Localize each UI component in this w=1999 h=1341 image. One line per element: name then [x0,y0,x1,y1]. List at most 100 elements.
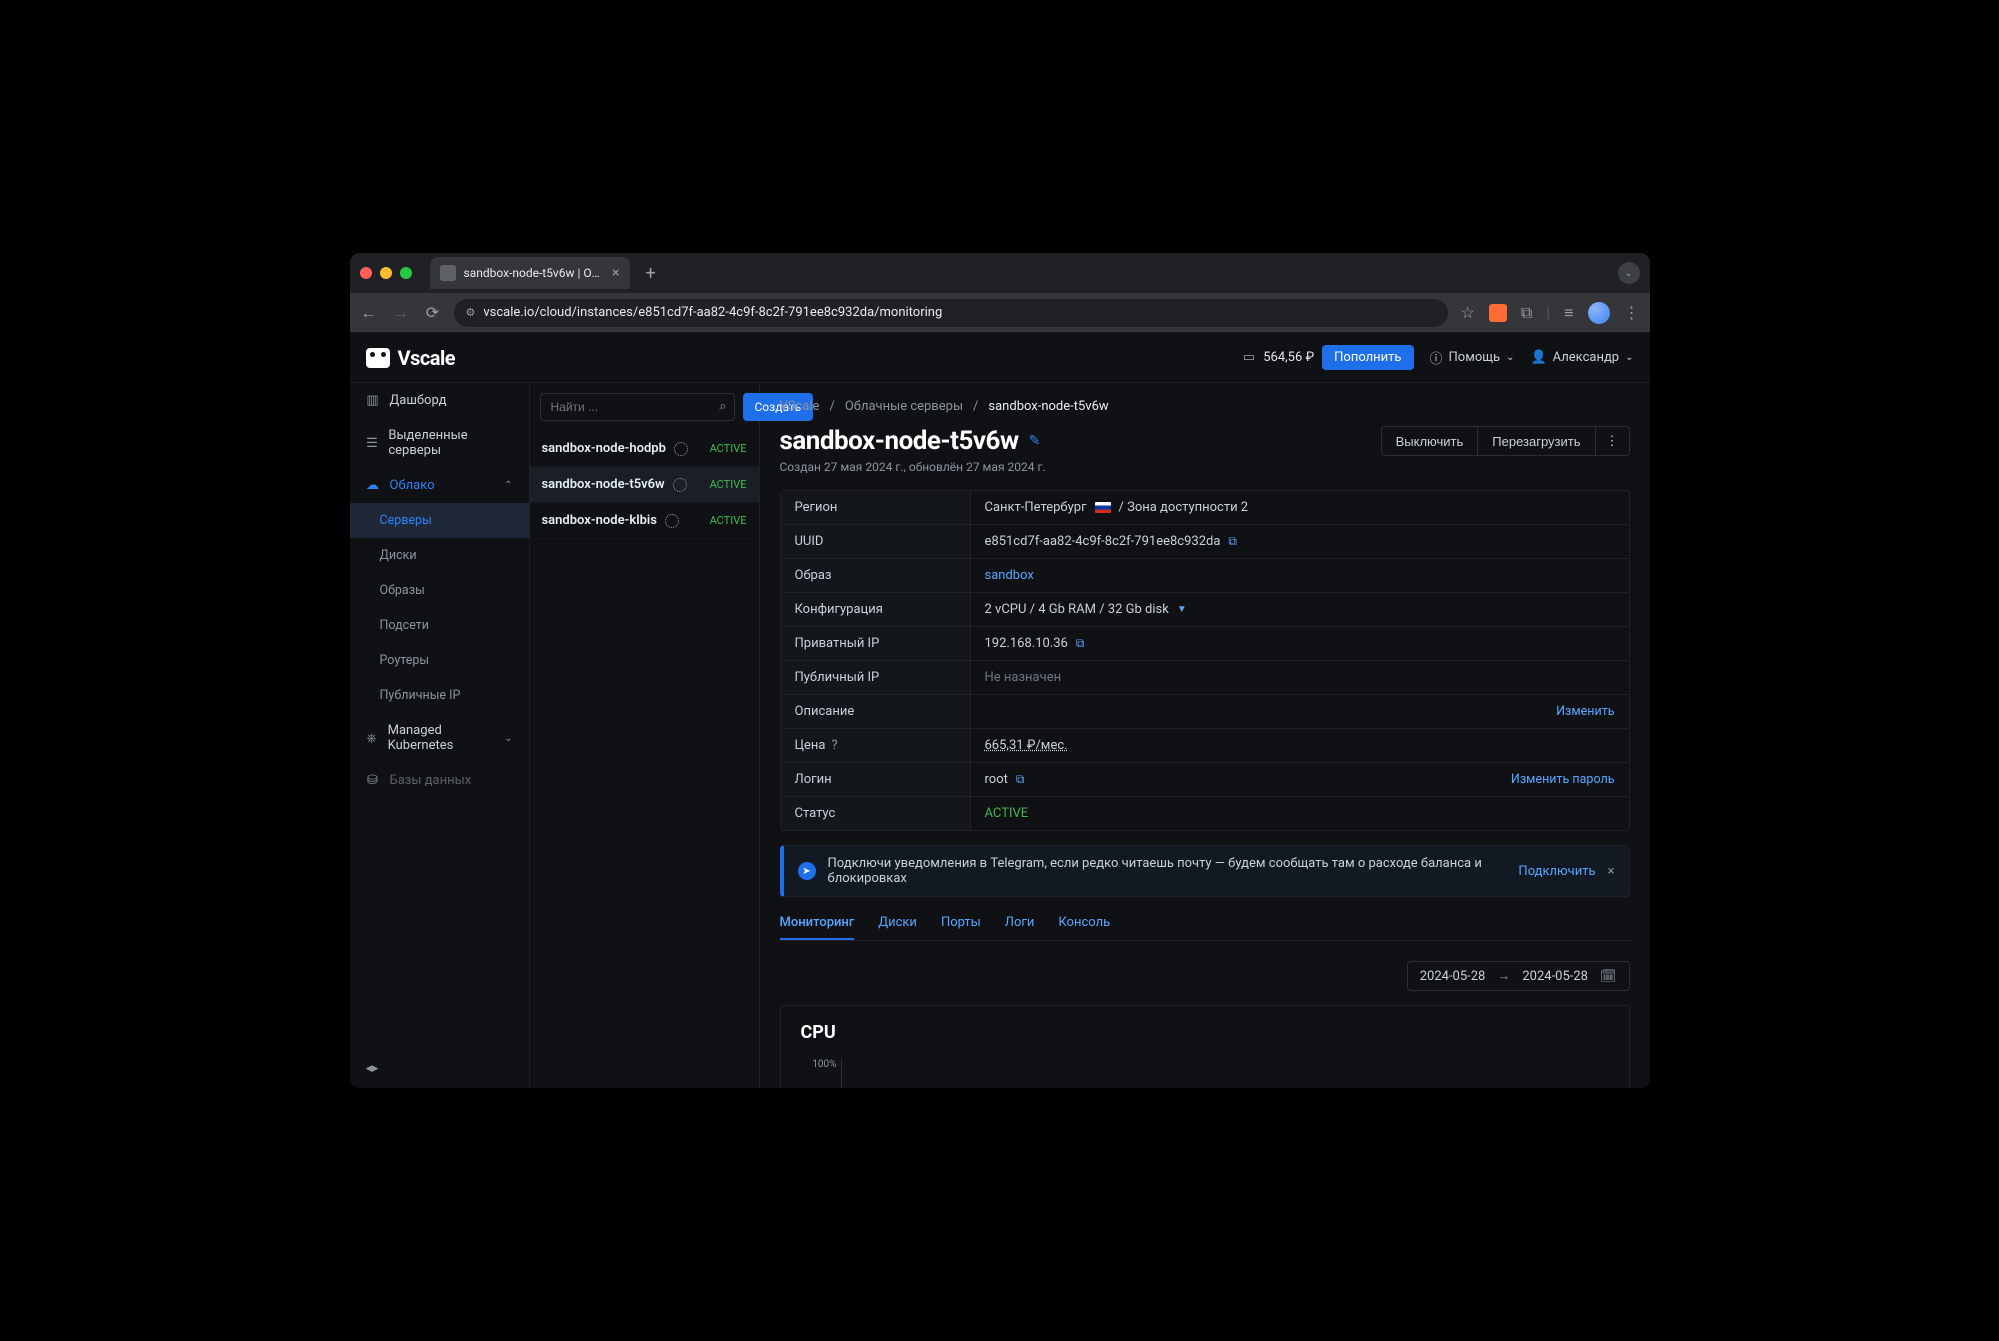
user-label: Александр [1553,350,1619,365]
nav-label: Managed Kubernetes [388,723,495,753]
nav-cloud-public-ip[interactable]: Публичные IP [350,678,529,713]
status-badge: ACTIVE [710,514,747,527]
details-value: ACTIVE [971,797,1629,830]
extension-icon[interactable] [1489,304,1507,322]
change-password-link[interactable]: Изменить пароль [1511,772,1615,787]
server-list-item[interactable]: sandbox-node-klbis ACTIVE [530,503,759,539]
more-actions-button[interactable]: ⋮ [1595,426,1630,456]
nav-k8s[interactable]: ⎈ Managed Kubernetes ⌄ [350,713,529,763]
browser-tab-bar: sandbox-node-t5v6w | Обла × + ⌄ [350,253,1650,293]
nav-cloud-subnets[interactable]: Подсети [350,608,529,643]
browser-window: sandbox-node-t5v6w | Обла × + ⌄ ← → ⟳ ⚙ … [350,253,1650,1088]
details-value[interactable]: 2 vCPU / 4 Gb RAM / 32 Gb disk ▼ [971,593,1629,626]
window-close[interactable] [360,267,372,279]
reading-list-icon[interactable]: ≡ [1564,303,1573,323]
breadcrumb-section[interactable]: Облачные серверы [845,399,963,414]
server-list-item[interactable]: sandbox-node-t5v6w ACTIVE [530,467,759,503]
nav-cloud-servers[interactable]: Серверы [350,503,529,538]
tab-title: sandbox-node-t5v6w | Обла [464,266,605,280]
nav-dashboard[interactable]: ▥ Дашборд [350,383,529,418]
tabs-dropdown[interactable]: ⌄ [1618,262,1640,284]
date-range-picker[interactable]: 2024-05-28 → 2024-05-28 🗓 [1407,961,1630,991]
nav-databases: ⛁ Базы данных [350,763,529,798]
details-value: Санкт-Петербург / Зона доступности 2 [971,491,1629,524]
sidebar-collapse[interactable]: ◂▸ [350,1049,529,1088]
copy-icon[interactable]: ⧉ [1228,534,1237,549]
power-off-button[interactable]: Выключить [1381,426,1478,456]
browser-menu-icon[interactable]: ⋮ [1624,303,1640,322]
user-menu[interactable]: 👤 Александр ⌄ [1530,350,1633,365]
nav-cloud-disks[interactable]: Диски [350,538,529,573]
details-label: Конфигурация [781,593,971,626]
server-name: sandbox-node-t5v6w [542,477,665,492]
tab-ports[interactable]: Порты [941,907,981,940]
status-badge: ACTIVE [710,442,747,455]
tab-close-icon[interactable]: × [612,265,619,281]
nav-cloud-images[interactable]: Образы [350,573,529,608]
details-value[interactable]: sandbox [971,559,1629,592]
help-label: Помощь [1449,350,1501,365]
extensions-icon[interactable]: ⧉ [1521,303,1532,323]
nav-label: Публичные IP [380,688,461,703]
telegram-icon: ➤ [798,862,816,880]
details-value: 192.168.10.36 ⧉ [971,627,1629,660]
help-icon: ⓘ [1430,348,1443,367]
window-minimize[interactable] [380,267,392,279]
back-button[interactable]: ← [360,303,378,323]
nav-cloud[interactable]: ☁ Облако ⌃ [350,468,529,503]
flag-ru-icon [1095,502,1111,513]
separator: | [1546,303,1550,322]
chevron-down-icon: ⌄ [1625,352,1633,363]
nav-label: Серверы [380,513,432,528]
edit-description-link[interactable]: Изменить [1556,704,1614,719]
details-value: 665,31 ₽/мес. [971,729,1629,762]
search-icon[interactable]: ⌕ [719,399,726,414]
spinner-icon [665,514,679,528]
balance: ▭ 564,56 ₽ Пополнить [1243,345,1414,370]
details-label: Цена ? [781,729,971,762]
new-tab-button[interactable]: + [638,263,664,284]
tab-monitoring[interactable]: Мониторинг [780,907,855,940]
server-list-item[interactable]: sandbox-node-hodpb ACTIVE [530,431,759,467]
logo[interactable]: Vscale [366,346,456,370]
reload-button[interactable]: ⟳ [424,303,442,323]
details-value: Не назначен [971,661,1629,694]
page-title: sandbox-node-t5v6w [780,426,1019,456]
bookmark-icon[interactable]: ☆ [1460,303,1474,322]
details-label: Приватный IP [781,627,971,660]
copy-icon[interactable]: ⧉ [1076,636,1085,651]
banner-close-icon[interactable]: × [1608,864,1615,879]
nav-label: Облако [390,478,435,493]
banner-connect-link[interactable]: Подключить [1518,864,1595,879]
site-settings-icon[interactable]: ⚙ [466,306,476,319]
breadcrumb-separator: / [973,399,978,414]
arrow-right-icon: → [1497,968,1510,984]
tab-disks[interactable]: Диски [878,907,917,940]
breadcrumb-root[interactable]: VScale [780,399,820,414]
window-maximize[interactable] [400,267,412,279]
reboot-button[interactable]: Перезагрузить [1477,426,1594,456]
details-table: Регион Санкт-Петербург / Зона доступност… [780,490,1630,831]
card-icon: ▭ [1243,350,1255,365]
tab-console[interactable]: Консоль [1058,907,1110,940]
tab-logs[interactable]: Логи [1005,907,1035,940]
profile-avatar[interactable] [1588,302,1610,324]
url-input[interactable]: ⚙ vscale.io/cloud/instances/e851cd7f-aa8… [454,299,1449,327]
page-subtitle: Создан 27 мая 2024 г., обновлён 27 мая 2… [780,460,1630,474]
nav-cloud-routers[interactable]: Роутеры [350,643,529,678]
forward-button[interactable]: → [392,303,410,323]
help-link[interactable]: ⓘ Помощь ⌄ [1430,348,1515,367]
browser-tab[interactable]: sandbox-node-t5v6w | Обла × [430,257,630,289]
topup-button[interactable]: Пополнить [1322,345,1413,370]
telegram-banner: ➤ Подключи уведомления в Telegram, если … [780,845,1630,897]
help-icon[interactable]: ? [831,738,837,753]
search-input[interactable] [540,393,735,421]
server-list-sidebar: ⌕ Создать sandbox-node-hodpb ACTIVE sand… [530,383,760,1088]
edit-icon[interactable]: ✎ [1029,433,1041,449]
nav-label: Базы данных [390,773,472,788]
nav-dedicated[interactable]: ☰ Выделенные серверы [350,418,529,468]
cpu-chart-box: CPU 100% 75% 50% 25% 0% [780,1005,1630,1088]
copy-icon[interactable]: ⧉ [1016,772,1025,787]
banner-text: Подключи уведомления в Telegram, если ре… [828,856,1507,886]
cloud-icon: ☁ [366,478,380,493]
